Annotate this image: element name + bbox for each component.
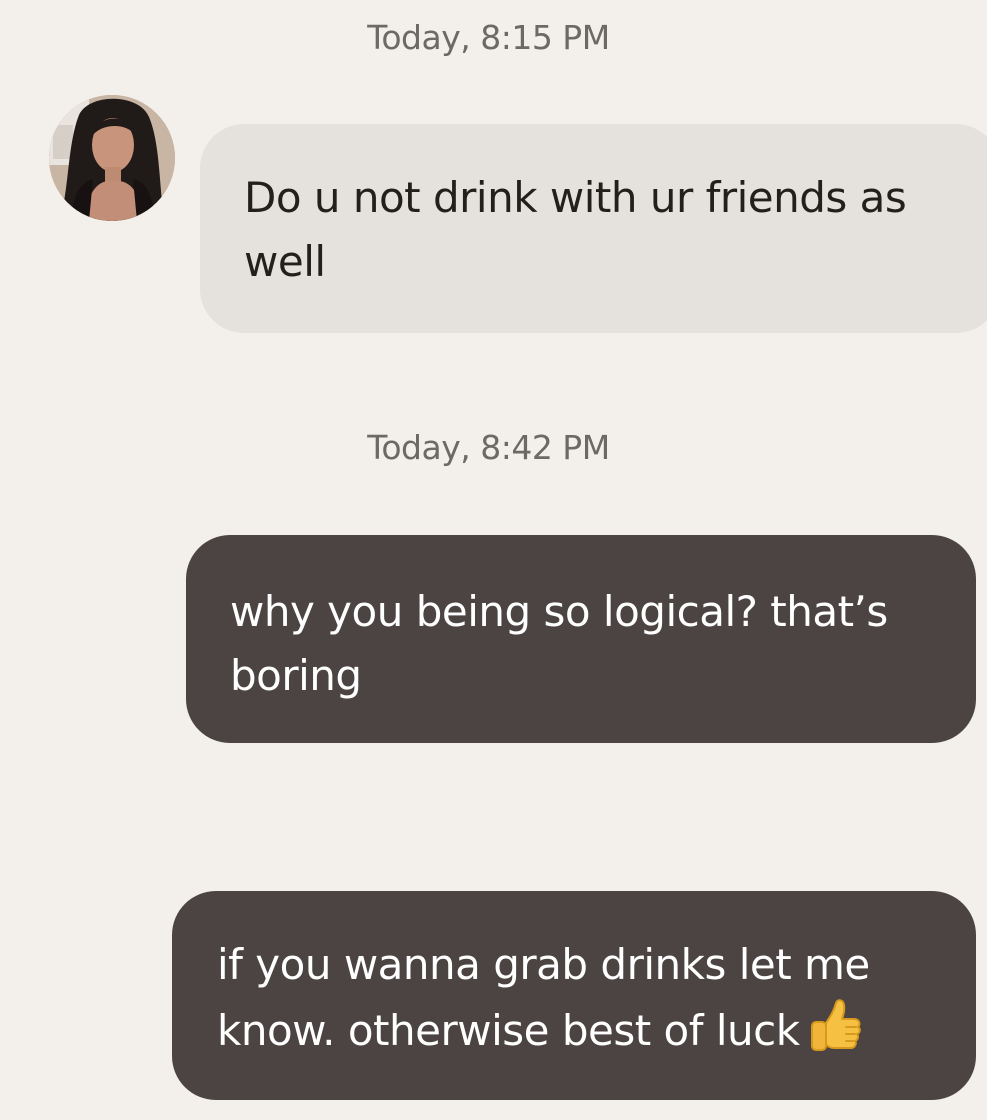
outgoing-message-bubble[interactable]: why you being so logical? that’s boring xyxy=(186,535,976,743)
chat-thread[interactable]: Today, 8:15 PM Do u not drink with ur fr… xyxy=(0,0,987,1120)
incoming-message-bubble[interactable]: Do u not drink with ur friends as well xyxy=(200,124,987,333)
outgoing-message-bubble[interactable]: if you wanna grab drinks let me know. ot… xyxy=(172,891,976,1100)
timestamp: Today, 8:15 PM xyxy=(367,18,610,57)
message-text: if you wanna grab drinks let me know. ot… xyxy=(217,940,870,1055)
timestamp: Today, 8:42 PM xyxy=(367,428,610,467)
contact-avatar[interactable] xyxy=(49,95,175,221)
thumbs-up-icon xyxy=(806,997,864,1055)
contact-photo-icon xyxy=(49,95,175,221)
message-text: Do u not drink with ur friends as well xyxy=(244,173,907,286)
message-text: why you being so logical? that’s boring xyxy=(230,587,888,700)
